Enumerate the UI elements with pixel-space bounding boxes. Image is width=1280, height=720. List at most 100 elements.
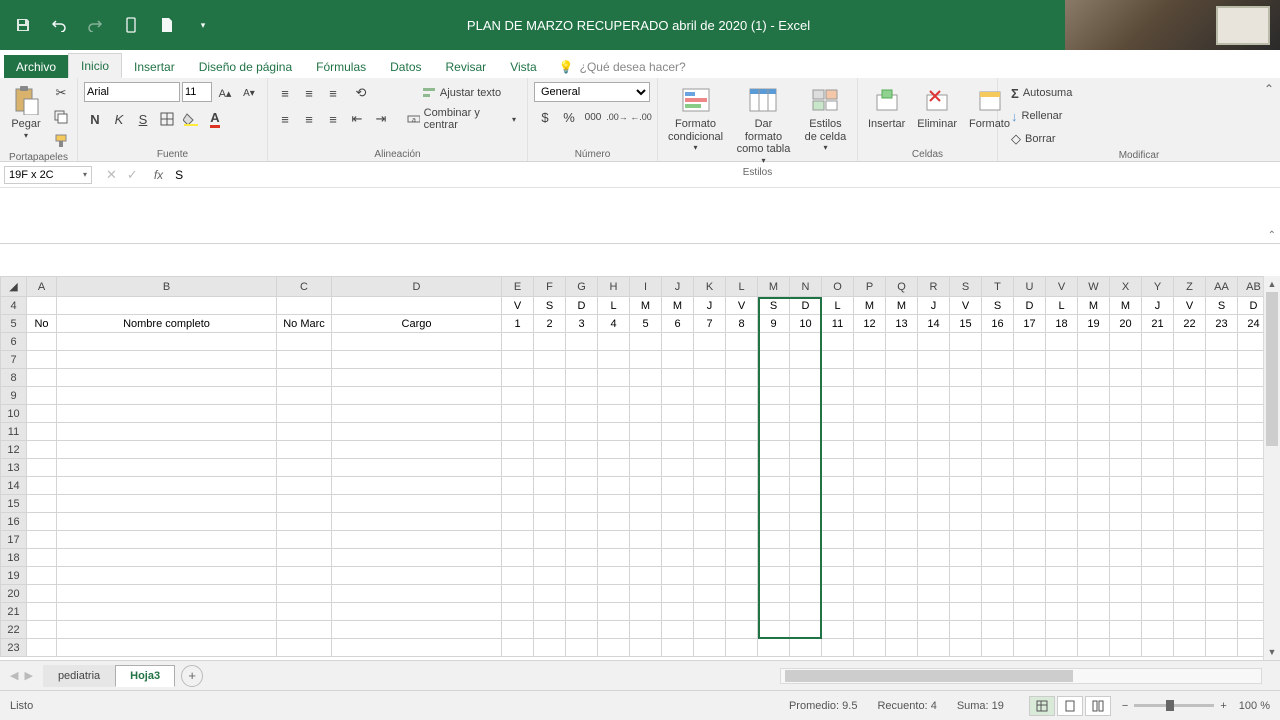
cell-A15[interactable] [27,495,57,513]
cell-H10[interactable] [598,405,630,423]
cell-K17[interactable] [694,531,726,549]
cell-J6[interactable] [662,333,694,351]
cell-G13[interactable] [566,459,598,477]
row-header-9[interactable]: 9 [1,387,27,405]
cell-S15[interactable] [950,495,982,513]
cell-R18[interactable] [918,549,950,567]
cell-K11[interactable] [694,423,726,441]
cell-O16[interactable] [822,513,854,531]
cell-G19[interactable] [566,567,598,585]
cell-M17[interactable] [758,531,790,549]
increase-decimal-icon[interactable]: .00→ [606,106,628,128]
cell-X17[interactable] [1110,531,1142,549]
cell-O20[interactable] [822,585,854,603]
cell-Y15[interactable] [1142,495,1174,513]
cell-H4[interactable]: L [598,297,630,315]
cell-Q18[interactable] [886,549,918,567]
cell-Q23[interactable] [886,639,918,657]
cell-F11[interactable] [534,423,566,441]
cell-W14[interactable] [1078,477,1110,495]
cell-X19[interactable] [1110,567,1142,585]
cell-E14[interactable] [502,477,534,495]
cell-E19[interactable] [502,567,534,585]
cell-K15[interactable] [694,495,726,513]
cell-O6[interactable] [822,333,854,351]
cell-S9[interactable] [950,387,982,405]
cell-J12[interactable] [662,441,694,459]
cell-F19[interactable] [534,567,566,585]
cell-Y5[interactable]: 21 [1142,315,1174,333]
row-header-18[interactable]: 18 [1,549,27,567]
cell-J13[interactable] [662,459,694,477]
cell-O12[interactable] [822,441,854,459]
align-left-icon[interactable]: ≡ [274,108,296,130]
decrease-decimal-icon[interactable]: ←.00 [630,106,652,128]
zoom-in-button[interactable]: + [1220,700,1226,712]
cell-V4[interactable]: L [1046,297,1078,315]
cell-A13[interactable] [27,459,57,477]
cell-Q8[interactable] [886,369,918,387]
cell-X21[interactable] [1110,603,1142,621]
cell-I12[interactable] [630,441,662,459]
collapse-ribbon-icon[interactable]: ⌃ [1264,82,1274,96]
cell-V22[interactable] [1046,621,1078,639]
cell-H20[interactable] [598,585,630,603]
cell-H23[interactable] [598,639,630,657]
cell-AA11[interactable] [1206,423,1238,441]
cell-W6[interactable] [1078,333,1110,351]
cell-J23[interactable] [662,639,694,657]
cell-L4[interactable]: V [726,297,758,315]
cell-U20[interactable] [1014,585,1046,603]
cell-A23[interactable] [27,639,57,657]
cell-M5[interactable]: 9 [758,315,790,333]
cell-L6[interactable] [726,333,758,351]
cell-A11[interactable] [27,423,57,441]
cell-Z4[interactable]: V [1174,297,1206,315]
cell-N9[interactable] [790,387,822,405]
font-color-icon[interactable]: A [204,108,226,130]
cell-X13[interactable] [1110,459,1142,477]
cell-H21[interactable] [598,603,630,621]
row-header-11[interactable]: 11 [1,423,27,441]
cell-AA18[interactable] [1206,549,1238,567]
row-header-16[interactable]: 16 [1,513,27,531]
cell-O8[interactable] [822,369,854,387]
cell-N7[interactable] [790,351,822,369]
cell-C17[interactable] [277,531,332,549]
cell-P4[interactable]: M [854,297,886,315]
cell-H14[interactable] [598,477,630,495]
cell-AA14[interactable] [1206,477,1238,495]
cell-W12[interactable] [1078,441,1110,459]
cell-K23[interactable] [694,639,726,657]
cell-E18[interactable] [502,549,534,567]
cell-K13[interactable] [694,459,726,477]
cell-J10[interactable] [662,405,694,423]
cell-D5[interactable]: Cargo [332,315,502,333]
cell-Z11[interactable] [1174,423,1206,441]
cell-Z8[interactable] [1174,369,1206,387]
cell-C14[interactable] [277,477,332,495]
cell-H6[interactable] [598,333,630,351]
cell-L5[interactable]: 8 [726,315,758,333]
col-header-C[interactable]: C [277,277,332,297]
cell-V17[interactable] [1046,531,1078,549]
cell-Q5[interactable]: 13 [886,315,918,333]
cell-U7[interactable] [1014,351,1046,369]
cell-C11[interactable] [277,423,332,441]
cell-R5[interactable]: 14 [918,315,950,333]
cell-U10[interactable] [1014,405,1046,423]
cell-U16[interactable] [1014,513,1046,531]
cell-S5[interactable]: 15 [950,315,982,333]
cell-L8[interactable] [726,369,758,387]
cell-X23[interactable] [1110,639,1142,657]
row-header-10[interactable]: 10 [1,405,27,423]
view-normal-button[interactable] [1029,696,1055,716]
cell-Y6[interactable] [1142,333,1174,351]
cell-C18[interactable] [277,549,332,567]
cell-P22[interactable] [854,621,886,639]
cell-N17[interactable] [790,531,822,549]
cell-B13[interactable] [57,459,277,477]
cell-T10[interactable] [982,405,1014,423]
vertical-scrollbar[interactable]: ▲ ▼ [1263,276,1280,660]
cell-C22[interactable] [277,621,332,639]
